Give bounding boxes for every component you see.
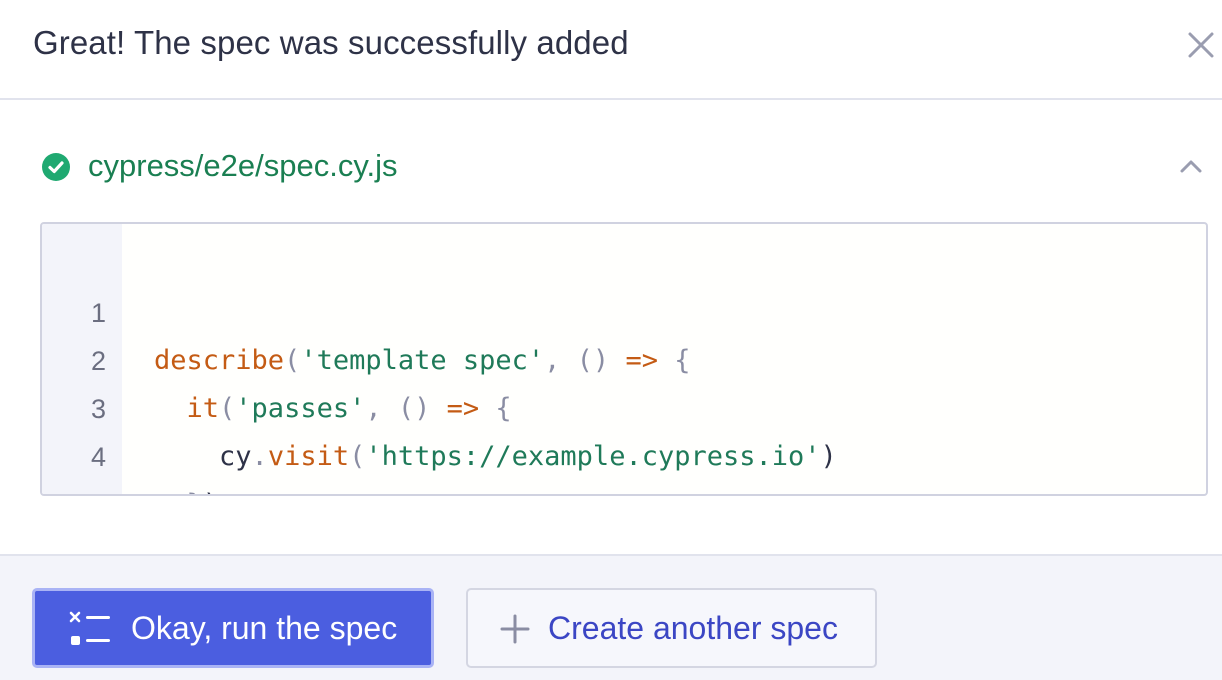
check-circle-icon: [40, 151, 72, 183]
code-line: 2 it('passes', () => {: [42, 289, 1202, 424]
line-number: 5: [42, 481, 106, 494]
dialog-header: Great! The spec was successfully added: [0, 0, 1222, 100]
dialog-footer: Okay, run the spec Create another spec: [0, 554, 1222, 680]
spec-file-path: cypress/e2e/spec.cy.js: [88, 148, 398, 183]
plus-icon: [500, 614, 530, 644]
code-text: }): [154, 481, 220, 494]
spec-file-row: cypress/e2e/spec.cy.js: [40, 146, 1210, 190]
run-spec-button[interactable]: Okay, run the spec: [32, 588, 434, 668]
run-spec-label: Okay, run the spec: [131, 610, 398, 646]
create-another-spec-button[interactable]: Create another spec: [466, 588, 877, 668]
run-tests-icon: [69, 611, 113, 647]
code-line: 4 }): [42, 385, 1202, 494]
code-line: 1 describe('template spec', () => {: [42, 241, 1202, 376]
dialog-title: Great! The spec was successfully added: [33, 24, 629, 61]
chevron-up-icon[interactable]: [1178, 154, 1204, 180]
code-preview: 1 describe('template spec', () => { 2 it…: [40, 222, 1208, 496]
code-line: 3 cy.visit('https://example.cypress.io'): [42, 337, 1202, 472]
create-another-spec-label: Create another spec: [548, 610, 838, 646]
close-icon[interactable]: [1184, 28, 1218, 62]
code-line: 5 }): [42, 433, 1202, 494]
